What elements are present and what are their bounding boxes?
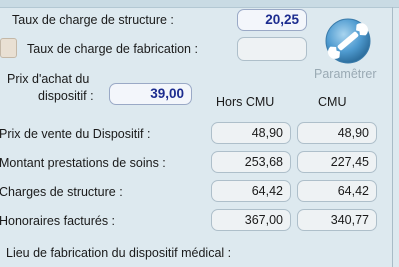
structure-charges-hors-cmu-field[interactable]: 64,42 [211, 180, 291, 202]
purchase-price-label-line1: Prix d'achat du [7, 72, 90, 86]
care-services-cmu-field[interactable]: 227,45 [297, 151, 377, 173]
selling-price-cmu-field[interactable]: 48,90 [297, 122, 377, 144]
top-strip [0, 0, 399, 8]
purchase-price-label-line2: dispositif : [38, 89, 94, 103]
selling-price-label: Prix de vente du Dispositif : [0, 127, 151, 141]
column-header-cmu: CMU [318, 95, 347, 109]
panel-edge [392, 7, 393, 267]
structure-rate-label: Taux de charge de structure : [12, 13, 174, 27]
care-services-hors-cmu-field[interactable]: 253,68 [211, 151, 291, 173]
fabrication-rate-checkbox[interactable] [0, 38, 17, 58]
billed-fees-hors-cmu-field[interactable]: 367,00 [211, 209, 291, 231]
manufacturing-place-label: Lieu de fabrication du dispositif médica… [6, 246, 232, 260]
settings-label: Paramêtrer [314, 67, 377, 81]
structure-rate-field[interactable]: 20,25 [237, 9, 307, 31]
care-services-label: Montant prestations de soins : [0, 156, 166, 170]
wrench-icon [325, 18, 371, 64]
settings-button[interactable] [323, 16, 373, 66]
structure-charges-label: Charges de structure : [0, 185, 123, 199]
selling-price-hors-cmu-field[interactable]: 48,90 [211, 122, 291, 144]
billed-fees-label: Honoraires facturés : [0, 214, 116, 228]
billed-fees-cmu-field[interactable]: 340,77 [297, 209, 377, 231]
fabrication-rate-label: Taux de charge de fabrication : [27, 42, 198, 56]
structure-charges-cmu-field[interactable]: 64,42 [297, 180, 377, 202]
column-header-hors-cmu: Hors CMU [216, 95, 275, 109]
fabrication-rate-field[interactable] [237, 37, 307, 61]
purchase-price-field[interactable]: 39,00 [109, 83, 192, 105]
